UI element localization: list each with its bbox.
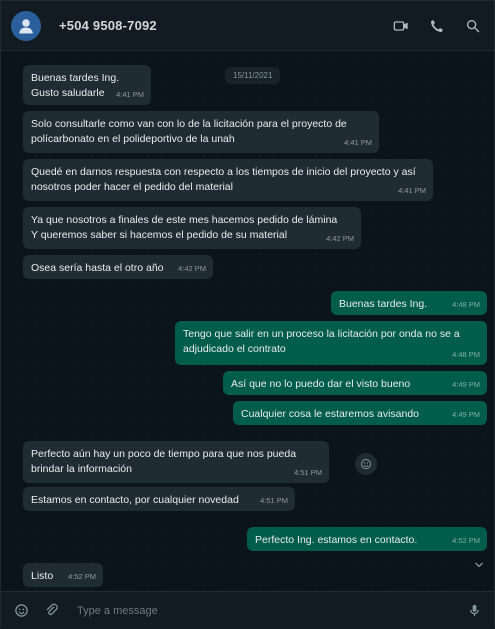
- video-call-icon: [393, 20, 408, 31]
- message-time: 4:41 PM: [344, 138, 372, 147]
- message-bubble-incoming[interactable]: Osea sería hasta el otro año 4:42 PM: [23, 255, 213, 279]
- message-text: Perfecto aún hay un poco de tiempo para …: [31, 448, 297, 475]
- message-list[interactable]: 15/11/2021 Buenas tardes Ing. Gusto salu…: [1, 51, 494, 591]
- voice-call-icon: [431, 19, 443, 32]
- message-bubble-incoming[interactable]: Listo 4:52 PM: [23, 563, 103, 587]
- message-text: Así que no lo puedo dar el visto bueno: [231, 378, 411, 390]
- emoji-button[interactable]: [11, 601, 31, 621]
- message-bubble-incoming[interactable]: Perfecto aún hay un poco de tiempo para …: [23, 441, 329, 483]
- message-time: 4:49 PM: [452, 410, 480, 419]
- search-icon: [467, 19, 480, 32]
- attach-icon: [46, 603, 58, 616]
- contact-name[interactable]: +504 9508-7092: [59, 18, 157, 33]
- message-text: Solo consultarle como van con lo de la l…: [31, 118, 347, 145]
- message-bubble-outgoing[interactable]: Tengo que salir en un proceso la licitac…: [175, 321, 487, 365]
- message-bubble-incoming[interactable]: Estamos en contacto, por cualquier noved…: [23, 487, 295, 511]
- message-composer: [1, 591, 494, 629]
- chat-header: +504 9508-7092: [1, 1, 494, 51]
- mic-icon: [469, 604, 479, 617]
- avatar[interactable]: [11, 10, 41, 41]
- reaction-button[interactable]: [355, 453, 377, 475]
- message-time: 4:42 PM: [178, 264, 206, 273]
- attach-button[interactable]: [41, 601, 61, 621]
- message-bubble-incoming[interactable]: Quedé en darnos respuesta con respecto a…: [23, 159, 433, 201]
- header-actions: [390, 15, 484, 37]
- message-bubble-outgoing[interactable]: Perfecto Ing. estamos en contacto. 4:52 …: [247, 527, 487, 551]
- message-time: 4:51 PM: [260, 496, 288, 505]
- message-bubble-outgoing[interactable]: Buenas tardes Ing. 4:48 PM: [331, 291, 487, 315]
- chat-window: +504 9508-7092 15/11/2021 Buenas tardes …: [0, 0, 495, 629]
- message-time: 4:41 PM: [116, 90, 144, 99]
- emoji-icon: [361, 459, 371, 469]
- user-icon: [19, 18, 33, 33]
- message-bubble-incoming[interactable]: Solo consultarle como van con lo de la l…: [23, 111, 379, 153]
- message-bubble-outgoing[interactable]: Cualquier cosa le estaremos avisando 4:4…: [233, 401, 487, 425]
- search-button[interactable]: [462, 15, 484, 37]
- message-text: Estamos en contacto, por cualquier noved…: [31, 494, 239, 506]
- scroll-down-button[interactable]: [471, 557, 487, 573]
- message-bubble-outgoing[interactable]: Así que no lo puedo dar el visto bueno 4…: [223, 371, 487, 395]
- voice-call-button[interactable]: [426, 15, 448, 37]
- video-call-button[interactable]: [390, 15, 412, 37]
- message-text: Cualquier cosa le estaremos avisando: [241, 408, 420, 420]
- message-text: Ya que nosotros a finales de este mes ha…: [31, 214, 338, 241]
- message-text: Tengo que salir en un proceso la licitac…: [183, 328, 460, 355]
- message-input[interactable]: [75, 596, 464, 625]
- message-time: 4:49 PM: [452, 380, 480, 389]
- message-time: 4:41 PM: [398, 186, 426, 195]
- message-bubble-incoming[interactable]: Buenas tardes Ing. Gusto saludarle 4:41 …: [23, 65, 151, 105]
- message-time: 4:52 PM: [452, 536, 480, 545]
- message-bubble-incoming[interactable]: Ya que nosotros a finales de este mes ha…: [23, 207, 361, 249]
- emoji-icon: [14, 604, 28, 617]
- date-chip: 15/11/2021: [225, 67, 281, 84]
- chevron-down-icon: [475, 562, 483, 568]
- mic-button[interactable]: [464, 601, 484, 621]
- message-time: 4:52 PM: [68, 572, 96, 581]
- message-time: 4:48 PM: [452, 350, 480, 359]
- message-time: 4:51 PM: [294, 468, 322, 477]
- message-time: 4:42 PM: [326, 234, 354, 243]
- message-time: 4:48 PM: [452, 300, 480, 309]
- message-text: Quedé en darnos respuesta con respecto a…: [31, 166, 416, 193]
- message-text: Perfecto Ing. estamos en contacto.: [255, 534, 418, 546]
